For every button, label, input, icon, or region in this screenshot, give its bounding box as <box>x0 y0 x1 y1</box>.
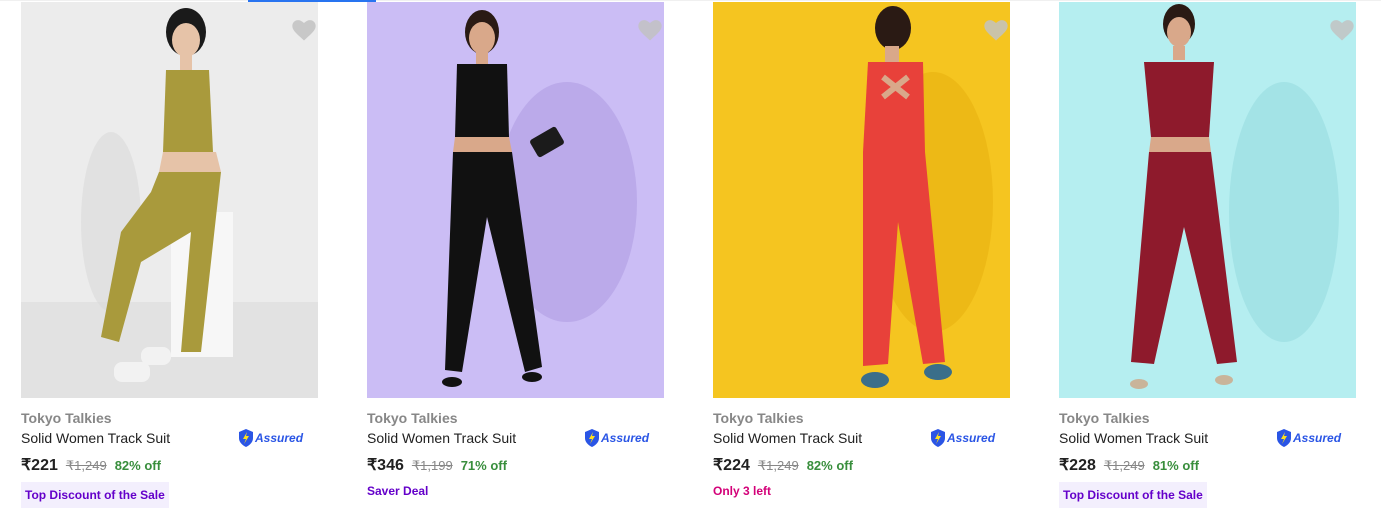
heart-icon[interactable] <box>982 16 1010 44</box>
stock-tag: Only 3 left <box>713 484 772 498</box>
product-title[interactable]: Solid Women Track Suit <box>367 430 516 446</box>
product-card[interactable]: Tokyo Talkies Solid Women Track Suit Ass… <box>367 2 664 512</box>
product-card[interactable]: Tokyo Talkies Solid Women Track Suit Ass… <box>1059 2 1356 512</box>
assured-badge[interactable]: Assured <box>238 429 303 447</box>
product-image[interactable] <box>713 2 1010 398</box>
assured-label: Assured <box>601 431 650 445</box>
product-card[interactable]: Tokyo Talkies Solid Women Track Suit Ass… <box>713 2 1010 512</box>
product-image[interactable] <box>367 2 664 398</box>
assured-badge[interactable]: Assured <box>1276 429 1341 447</box>
assured-shield-icon <box>931 429 945 447</box>
discount-percent: 82% off <box>114 458 161 473</box>
assured-badge[interactable]: Assured <box>930 429 995 447</box>
assured-badge[interactable]: Assured <box>584 429 649 447</box>
top-divider <box>0 0 1381 1</box>
product-title[interactable]: Solid Women Track Suit <box>713 430 862 446</box>
product-image[interactable] <box>1059 2 1356 398</box>
selling-price: ₹346 <box>367 457 404 474</box>
heart-icon[interactable] <box>1328 16 1356 44</box>
heart-icon[interactable] <box>636 16 664 44</box>
discount-percent: 71% off <box>460 458 507 473</box>
heart-icon[interactable] <box>290 16 318 44</box>
price-row: ₹228 ₹1,249 81% off <box>1059 455 1199 475</box>
assured-label: Assured <box>255 431 304 445</box>
price-row: ₹221 ₹1,249 82% off <box>21 455 161 475</box>
price-row: ₹346 ₹1,199 71% off <box>367 455 507 475</box>
product-brand[interactable]: Tokyo Talkies <box>1059 410 1150 426</box>
price-row: ₹224 ₹1,249 82% off <box>713 455 853 475</box>
product-title[interactable]: Solid Women Track Suit <box>1059 430 1208 446</box>
assured-label: Assured <box>947 431 996 445</box>
product-brand[interactable]: Tokyo Talkies <box>367 410 458 426</box>
product-image[interactable] <box>21 2 318 398</box>
product-title[interactable]: Solid Women Track Suit <box>21 430 170 446</box>
promo-tag: Top Discount of the Sale <box>21 482 169 508</box>
original-price: ₹1,249 <box>757 458 799 473</box>
discount-percent: 82% off <box>806 458 853 473</box>
product-card[interactable]: Tokyo Talkies Solid Women Track Suit Ass… <box>21 2 318 512</box>
discount-percent: 81% off <box>1152 458 1199 473</box>
original-price: ₹1,199 <box>411 458 453 473</box>
assured-shield-icon <box>585 429 599 447</box>
selling-price: ₹228 <box>1059 457 1096 474</box>
selling-price: ₹221 <box>21 457 58 474</box>
assured-label: Assured <box>1293 431 1342 445</box>
product-brand[interactable]: Tokyo Talkies <box>713 410 804 426</box>
assured-shield-icon <box>1277 429 1291 447</box>
product-brand[interactable]: Tokyo Talkies <box>21 410 112 426</box>
selling-price: ₹224 <box>713 457 750 474</box>
promo-tag: Top Discount of the Sale <box>1059 482 1207 508</box>
promo-tag: Saver Deal <box>367 484 429 498</box>
original-price: ₹1,249 <box>1103 458 1145 473</box>
product-grid: Tokyo Talkies Solid Women Track Suit Ass… <box>21 2 1361 512</box>
assured-shield-icon <box>239 429 253 447</box>
original-price: ₹1,249 <box>65 458 107 473</box>
